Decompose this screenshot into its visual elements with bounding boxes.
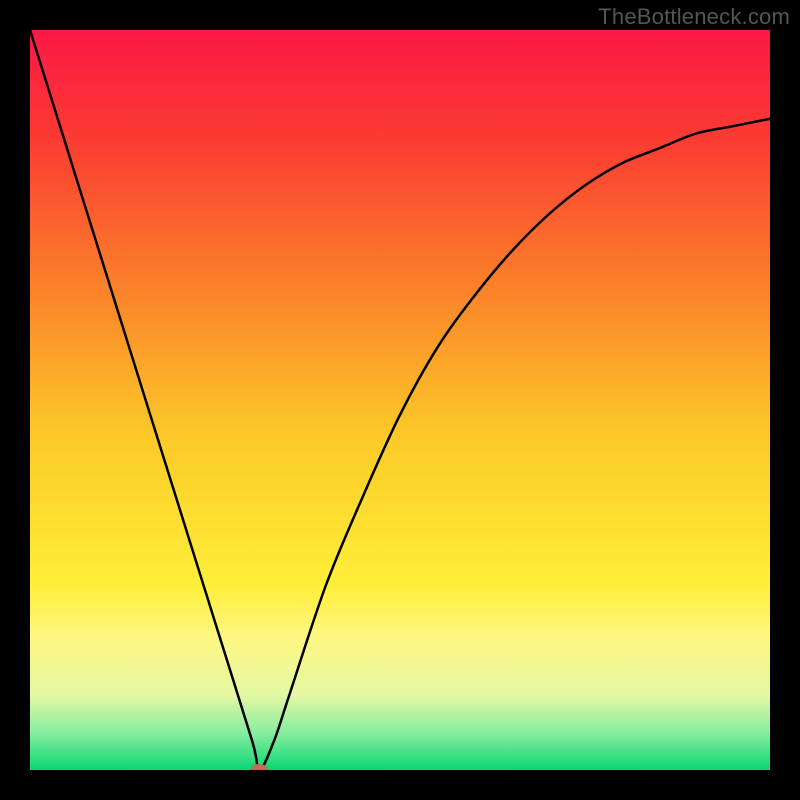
watermark-text: TheBottleneck.com — [598, 4, 790, 30]
chart-plot-area — [30, 30, 770, 770]
chart-frame: TheBottleneck.com — [0, 0, 800, 800]
chart-svg — [30, 30, 770, 770]
chart-background — [30, 30, 770, 770]
